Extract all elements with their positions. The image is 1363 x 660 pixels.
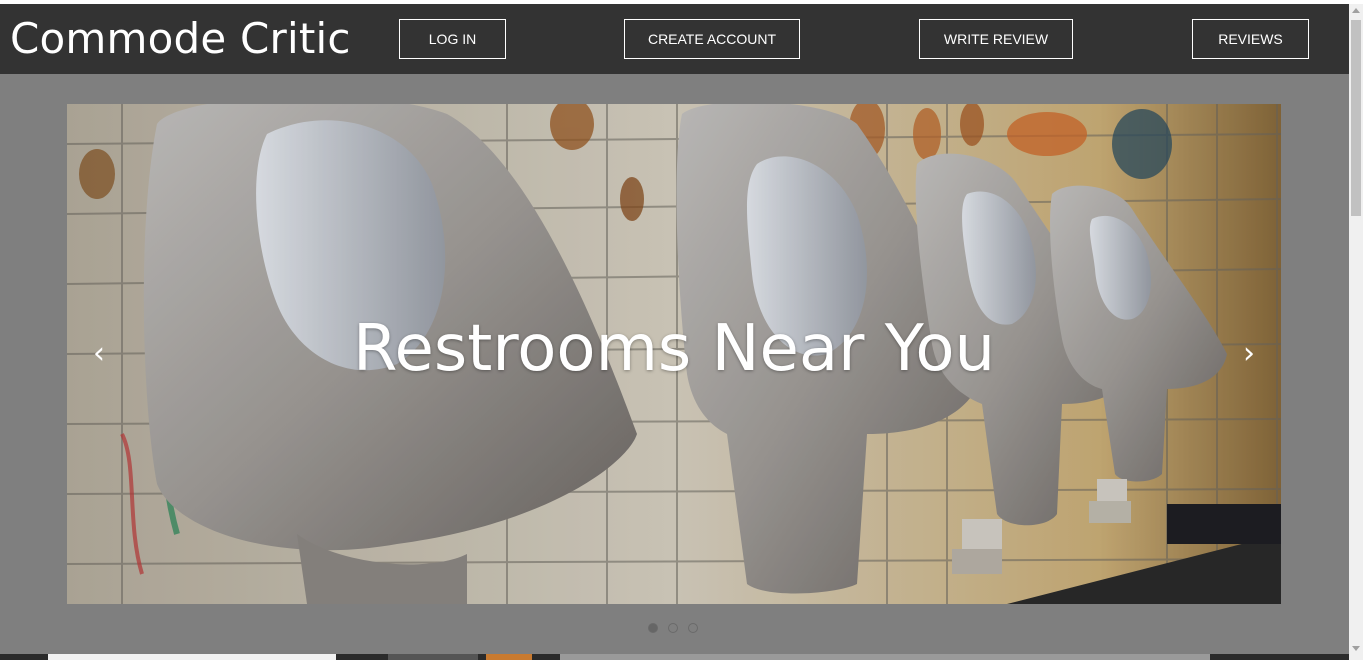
login-button[interactable]: LOG IN [399, 19, 506, 59]
vertical-scrollbar[interactable] [1349, 4, 1363, 660]
scroll-down-arrow-icon[interactable] [1352, 646, 1360, 651]
chevron-left-icon: ‹ [93, 336, 105, 371]
carousel-next-button[interactable]: › [1229, 334, 1269, 374]
top-navbar: Commode Critic LOG IN CREATE ACCOUNT WRI… [0, 4, 1349, 74]
write-review-button[interactable]: WRITE REVIEW [919, 19, 1073, 59]
chevron-right-icon: › [1243, 336, 1255, 371]
carousel-prev-button[interactable]: ‹ [79, 334, 119, 374]
reviews-button[interactable]: REVIEWS [1192, 19, 1309, 59]
brand-title[interactable]: Commode Critic [10, 16, 351, 62]
hero-carousel: Restrooms Near You ‹ › [67, 104, 1281, 604]
hero-caption: Restrooms Near You [352, 312, 996, 386]
carousel-indicators [648, 623, 698, 633]
carousel-dot-1[interactable] [648, 623, 658, 633]
carousel-dot-2[interactable] [668, 623, 678, 633]
create-account-button[interactable]: CREATE ACCOUNT [624, 19, 800, 59]
scroll-up-arrow-icon[interactable] [1352, 8, 1360, 13]
main-content: Restrooms Near You ‹ › [0, 74, 1349, 660]
scrollbar-thumb[interactable] [1351, 20, 1361, 216]
bottom-edge-strip [0, 654, 1349, 660]
carousel-dot-3[interactable] [688, 623, 698, 633]
